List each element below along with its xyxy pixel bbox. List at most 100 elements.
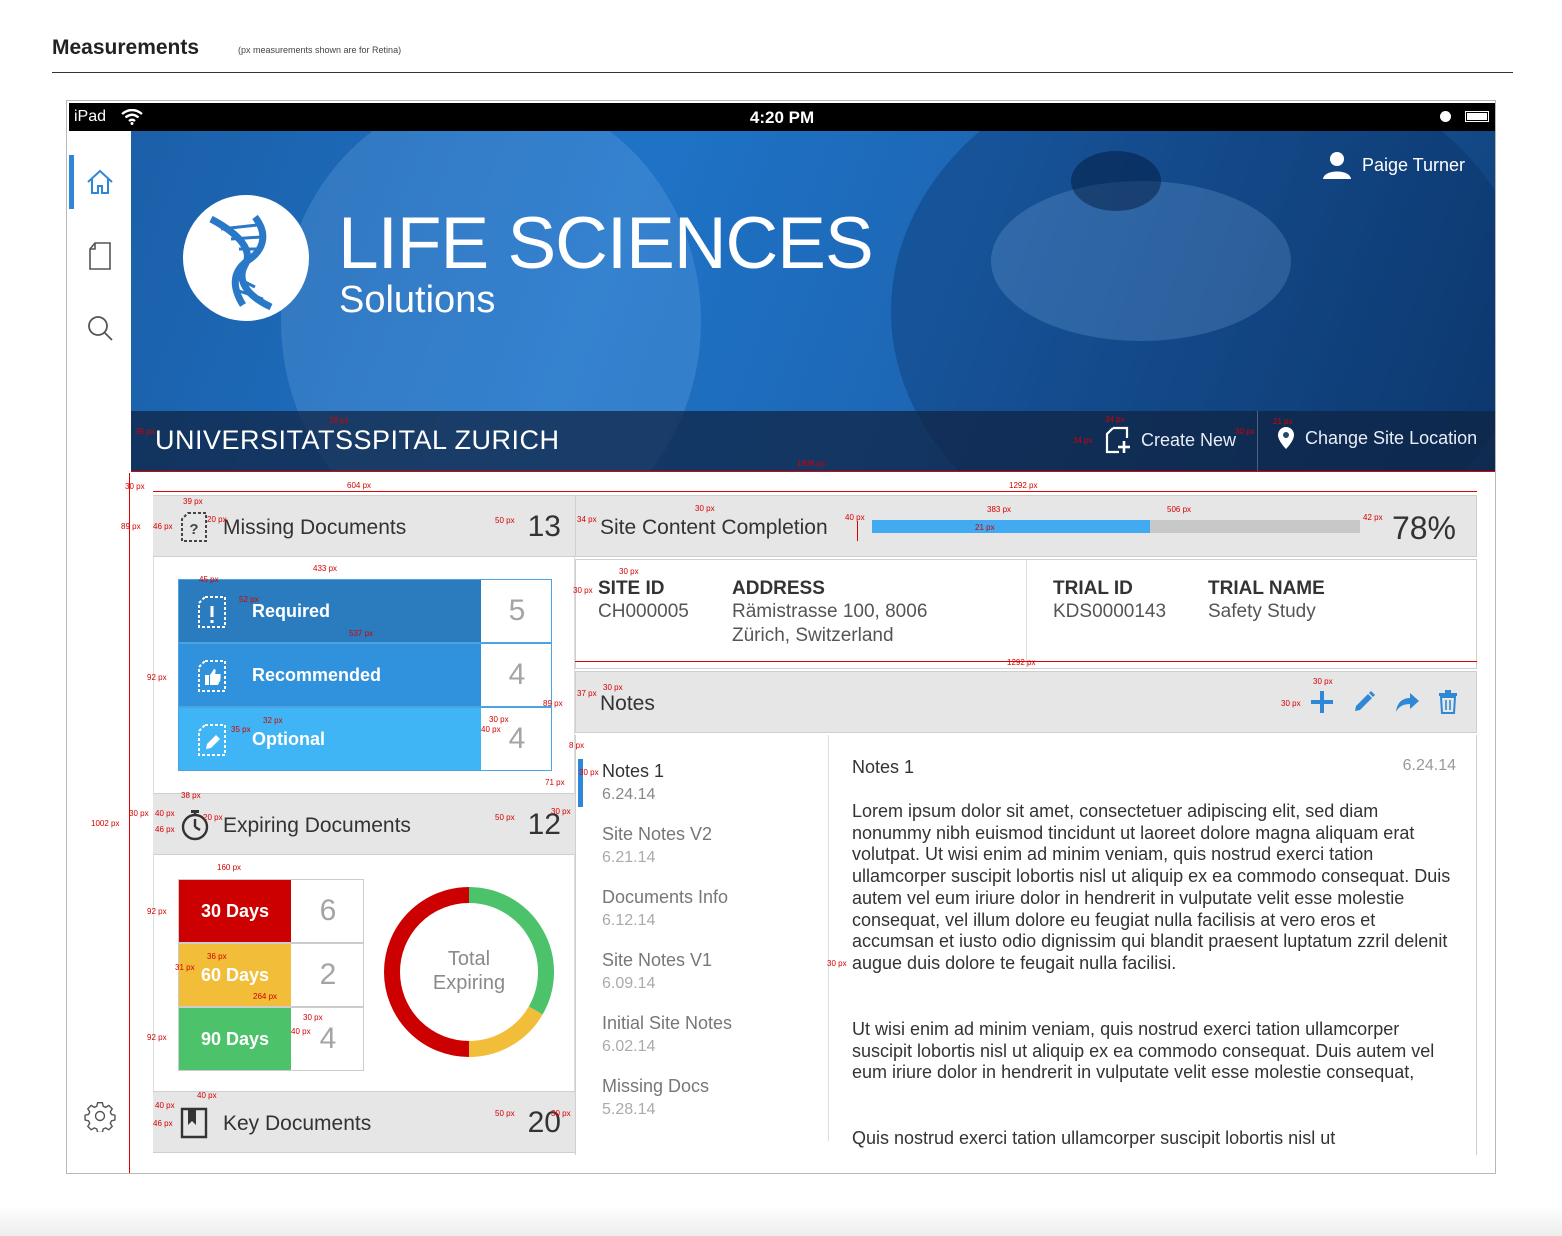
measurement-label: 37 px: [577, 689, 597, 698]
site-name: UNIVERSITATSSPITAL ZURICH: [155, 425, 560, 455]
note-item[interactable]: Notes 1 6.24.14: [602, 761, 664, 804]
address-label: ADDRESS: [732, 578, 825, 599]
measurement-label: 92 px: [147, 1033, 167, 1042]
measurement-label: 21 px: [975, 523, 995, 532]
measurement-label: 36 px: [207, 952, 227, 961]
note-paragraph: Quis nostrud exerci tation ullamcorper s…: [852, 1128, 1336, 1148]
measurement-label: 30 px: [695, 504, 715, 513]
nav-settings[interactable]: [69, 1089, 131, 1143]
create-new-label: Create New: [1141, 429, 1237, 450]
notes-list: Notes 1 6.24.14 Site Notes V2 6.21.14 Do…: [576, 735, 829, 1141]
site-id-label: SITE ID: [598, 578, 665, 599]
measurement-label: 39 px: [183, 497, 203, 506]
expiring-60-days-count: 2: [319, 958, 337, 991]
measurement-label: 46 px: [153, 1119, 173, 1128]
optional-tile: Optional: [179, 708, 481, 770]
note-paragraph: Lorem ipsum dolor sit amet, consectetuer…: [852, 801, 1451, 973]
gear-icon: [84, 1102, 116, 1132]
measurement-label: 160 px: [217, 863, 242, 872]
expiring-90-days-label: 90 Days: [179, 1008, 291, 1070]
measurement-label: 433 px: [313, 564, 338, 573]
add-icon[interactable]: [1310, 690, 1334, 714]
completion-title: Site Content Completion: [600, 516, 828, 539]
edit-icon[interactable]: [1352, 690, 1376, 714]
note-item-title: Initial Site Notes: [602, 1013, 733, 1033]
expiring-30-days-row[interactable]: 30 Days 6: [178, 879, 364, 943]
alarm-icon: [1440, 111, 1451, 122]
documents-panel: ? Missing Documents 13 Required 5 Recomm…: [153, 495, 575, 1155]
address-line-1: Rämistrasse 100, 8006: [732, 601, 928, 622]
expiring-documents-header[interactable]: Expiring Documents 12: [153, 793, 575, 855]
measurement-label: 30 px: [579, 768, 599, 777]
add-document-icon: [1105, 426, 1130, 454]
note-item-title: Missing Docs: [602, 1076, 710, 1096]
notes-body: Notes 1 6.24.14 Site Notes V2 6.21.14 Do…: [575, 735, 1477, 1155]
measurement-label: 1936 px: [797, 459, 826, 468]
measurement-label: 30 px: [603, 683, 623, 692]
measurement-label: 30 px: [551, 807, 571, 816]
change-site-location-label: Change Site Location: [1305, 427, 1478, 448]
measurement-label: 1292 px: [1007, 658, 1036, 667]
measurement-label: 30 px: [129, 809, 149, 818]
nav-documents[interactable]: [69, 229, 131, 283]
nav-home[interactable]: [69, 155, 131, 209]
recommended-row[interactable]: Recommended 4: [178, 643, 552, 707]
missing-documents-count: 13: [527, 510, 561, 543]
measurement-label: 50 px: [495, 516, 515, 525]
measure-line: [857, 521, 858, 541]
measurement-label: 38 px: [181, 791, 201, 800]
measurement-label: 40 px: [845, 513, 865, 522]
measurement-label: 20 px: [207, 515, 227, 524]
thumbs-up-icon: [198, 660, 226, 692]
measurement-label: 92 px: [147, 907, 167, 916]
missing-documents-header[interactable]: ? Missing Documents 13: [153, 495, 575, 557]
measurement-label: 45 px: [199, 575, 219, 584]
status-bar: iPad 4:20 PM: [69, 103, 1495, 131]
address-line-2: Zürich, Switzerland: [732, 625, 894, 646]
user-menu[interactable]: Paige Turner: [1322, 151, 1465, 179]
share-icon[interactable]: [1394, 690, 1420, 714]
site-info: SITE ID CH000005 ADDRESS Rämistrasse 100…: [575, 559, 1477, 669]
measurement-label: 28 px: [329, 416, 349, 425]
expiring-90-days-row[interactable]: 90 Days 4: [178, 1007, 364, 1071]
expiring-30-days-label: 30 Days: [179, 880, 291, 942]
notes-title: Notes: [600, 692, 655, 715]
ipad-frame: iPad 4:20 PM LIFE SCIENCES Solutions Pai…: [66, 100, 1496, 1174]
measurement-label: 71 px: [545, 778, 565, 787]
measurement-label: 30 px: [125, 482, 145, 491]
required-tile: Required: [179, 580, 481, 642]
page-note: (px measurements shown are for Retina): [238, 45, 402, 55]
measurement-label: 21 px: [1273, 417, 1293, 426]
measurement-label: 30 px: [619, 567, 639, 576]
create-new-button[interactable]: Create New: [1105, 426, 1236, 454]
note-item[interactable]: Site Notes V1 6.09.14: [602, 950, 712, 993]
expiring-documents-body: 30 Days 6 60 Days 2 90 Days 4 Total Expi…: [153, 855, 575, 1091]
change-site-location-button[interactable]: Change Site Location: [1277, 426, 1477, 450]
measurement-label: 89 px: [543, 699, 563, 708]
note-item[interactable]: Missing Docs 5.28.14: [602, 1076, 709, 1119]
measurement-label: 35 px: [231, 725, 251, 734]
note-item[interactable]: Site Notes V2 6.21.14: [602, 824, 712, 867]
note-item-date: 5.28.14: [602, 1101, 656, 1118]
donut-segment: [468, 1006, 543, 1057]
completion-percent: 78%: [1391, 510, 1456, 546]
bookmark-document-icon: [180, 1107, 208, 1139]
donut-label-total: Total: [447, 948, 491, 970]
trial-id-value: KDS0000143: [1053, 601, 1167, 622]
measurement-label: 30 px: [303, 1013, 323, 1022]
measure-line: [153, 491, 575, 492]
measurement-label: 34 px: [577, 515, 597, 524]
trial-id-label: TRIAL ID: [1053, 578, 1133, 599]
nav-search[interactable]: [69, 301, 131, 355]
note-item[interactable]: Documents Info 6.12.14: [602, 887, 728, 930]
measurement-label: 46 px: [155, 825, 175, 834]
required-label: Required: [252, 600, 331, 621]
pencil-document-icon: [198, 724, 226, 756]
measurement-label: 506 px: [1167, 505, 1192, 514]
measurement-label: 30 px: [1313, 677, 1333, 686]
measure-line: [131, 471, 1495, 472]
home-icon: [87, 169, 113, 194]
key-documents-header[interactable]: Key Documents 20: [153, 1091, 575, 1153]
trash-icon[interactable]: [1438, 690, 1458, 714]
note-item[interactable]: Initial Site Notes 6.02.14: [602, 1013, 732, 1056]
